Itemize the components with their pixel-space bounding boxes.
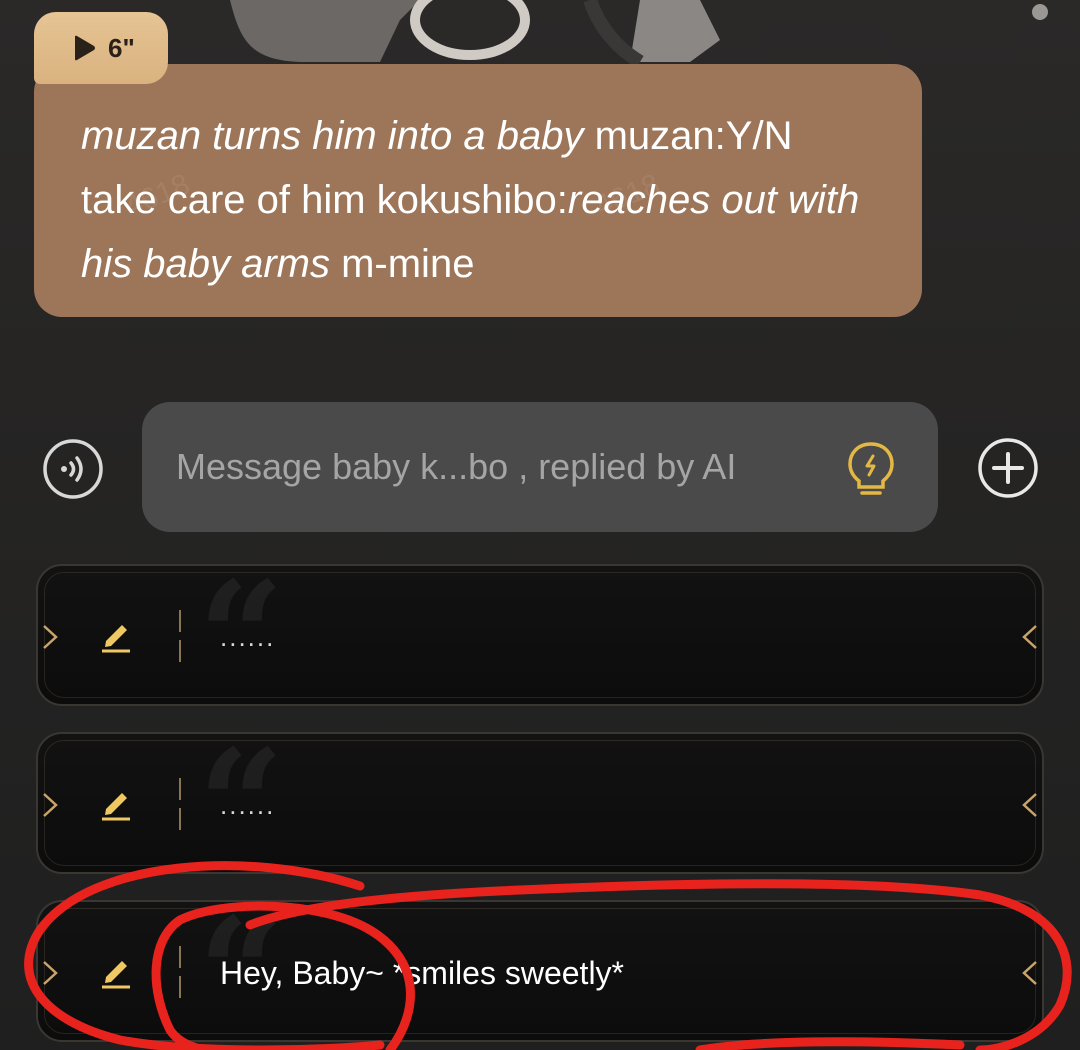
divider (179, 778, 181, 830)
corner-ornament-icon (43, 793, 58, 817)
reply-suggestion-card[interactable]: “ ...... (36, 730, 1044, 880)
suggestion-text: ...... (220, 621, 276, 652)
message-bubble[interactable]: 4618 4618 muzan turns him into a baby mu… (34, 64, 922, 317)
watermark: 4618 (590, 167, 665, 224)
corner-ornament-icon (43, 625, 58, 649)
corner-ornament-icon (1022, 961, 1037, 985)
message-input[interactable]: Message baby k...bo , replied by AI (142, 402, 938, 532)
pencil-icon[interactable] (96, 950, 136, 990)
message-segment: muzan turns him into a baby (81, 114, 584, 158)
chat-screen: 6" 4618 4618 muzan turns him into a baby… (0, 0, 1080, 1050)
pencil-icon[interactable] (96, 614, 136, 654)
corner-ornament-icon (43, 961, 58, 985)
reply-suggestion-card[interactable]: “ Hey, Baby~ *smiles sweetly* (36, 898, 1044, 1048)
pencil-icon[interactable] (96, 782, 136, 822)
corner-ornament-icon (1022, 625, 1037, 649)
play-icon (75, 35, 95, 61)
reply-suggestion-card[interactable]: “ ...... (36, 562, 1044, 712)
voice-wave-icon[interactable] (42, 438, 104, 500)
divider (179, 946, 181, 998)
divider (179, 610, 181, 662)
lightbulb-icon[interactable] (844, 440, 898, 502)
voice-message-duration[interactable]: 6" (34, 12, 168, 84)
message-text: muzan turns him into a baby muzan:Y/N ta… (81, 114, 859, 286)
suggestion-text: Hey, Baby~ *smiles sweetly* (220, 954, 624, 991)
message-input-placeholder: Message baby k...bo , replied by AI (176, 446, 737, 487)
plus-circle-icon[interactable] (976, 436, 1040, 500)
watermark: 4618 (120, 167, 195, 224)
corner-ornament-icon (1022, 793, 1037, 817)
message-segment: m-mine (329, 242, 475, 286)
suggestion-text: ...... (220, 789, 276, 820)
duration-label: 6" (108, 32, 135, 63)
